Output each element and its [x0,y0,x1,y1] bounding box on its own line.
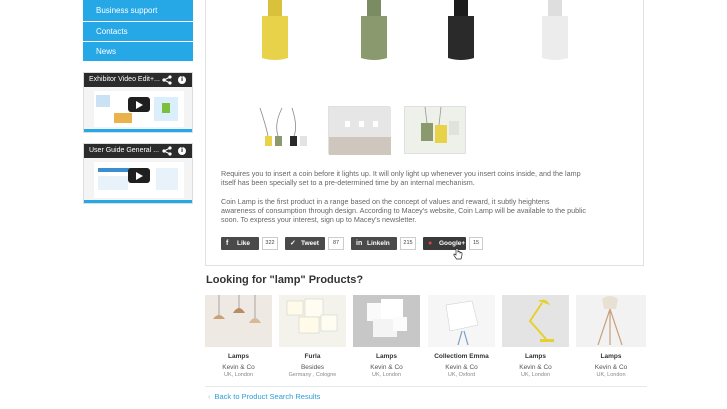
video-title: User Guide General ... [84,144,192,158]
play-button[interactable] [128,168,150,183]
product-location: UK, London [371,372,402,378]
share-label: Linkeln [367,240,390,247]
share-count: 15 [469,237,483,250]
product-company: Kevin & Co [519,364,552,371]
related-products-heading: Looking for "lamp" Products? [206,274,364,286]
related-product-card[interactable]: Collectiom Emma Kevin & Co UK, Oxford [428,295,495,378]
share-label: Like [237,240,251,247]
sidebar: Business support Contacts News [83,0,193,62]
lamp-yellow [262,0,288,60]
product-location: UK, Oxford [447,372,476,378]
product-title: Lamps [525,353,546,360]
chevron-left-icon: ‹ [208,392,211,401]
divider [205,386,647,387]
video-progress-bar [84,129,192,132]
sidebar-item-label: News [96,47,117,56]
share-label: Google+ [439,240,466,247]
product-main-image[interactable] [258,0,588,68]
related-product-card[interactable]: Lamps Kevin & Co UK, London [502,295,569,378]
product-description-paragraph: Requires you to insert a coin before it … [221,169,581,188]
video-progress-bar [84,200,192,203]
product-title: Furla [304,353,321,360]
product-image[interactable] [502,295,569,347]
lamp-white [542,0,568,60]
twitter-tweet-button[interactable]: ✓ Tweet [285,237,325,250]
related-product-card[interactable]: Furla Besides Germany , Cologne [279,295,346,378]
product-image[interactable] [353,295,420,347]
product-title: Lamps [376,353,397,360]
product-title: Collectiom Emma [434,353,489,360]
back-link-label: Back to Product Search Results [214,392,321,401]
product-thumbnail[interactable] [328,106,391,155]
product-location: UK, London [520,372,551,378]
product-company: Kevin & Co [445,364,478,371]
sidebar-item-contacts[interactable]: Contacts [83,22,193,42]
product-company: Kevin & Co [222,364,255,371]
sidebar-item-business-support[interactable]: Business support [83,0,193,22]
sidebar-item-label: Business support [96,6,158,15]
linkedin-icon: in [356,240,363,247]
sidebar-item-label: Contacts [96,27,128,36]
product-image[interactable] [576,295,646,347]
product-description-paragraph: Coin Lamp is the first product in a rang… [221,197,586,225]
facebook-like-button[interactable]: f Like [221,237,259,250]
share-count: 87 [328,237,344,250]
video-title: Exhibitor Video Edit+... [84,73,192,87]
product-location: UK, London [223,372,254,378]
lamp-green [361,0,387,60]
hand-cursor-icon [453,248,463,260]
info-icon[interactable]: i [178,147,186,155]
product-image[interactable] [279,295,346,347]
product-title: Lamps [600,353,622,360]
related-product-card[interactable]: Lamps Kevin & Co UK, London [576,295,646,378]
product-thumbnail[interactable] [252,106,314,154]
product-title: Lamps [228,353,249,360]
linkedin-share-button[interactable]: in Linkeln [351,237,397,250]
product-image[interactable] [205,295,272,347]
product-thumbnail[interactable] [404,106,466,154]
share-count: 215 [400,237,416,250]
share-count: 322 [262,237,278,250]
product-company: Kevin & Co [594,364,628,371]
sidebar-item-news[interactable]: News [83,42,193,62]
share-icon[interactable] [162,146,172,156]
google-plus-icon: ● [428,240,433,247]
related-product-card[interactable]: Lamps Kevin & Co UK, London [205,295,272,378]
info-icon[interactable]: i [178,76,186,84]
video-player-user-guide[interactable]: User Guide General ... i [83,143,193,204]
facebook-icon: f [226,240,229,247]
related-product-card[interactable]: Lamps Kevin & Co UK, London [353,295,420,378]
share-icon[interactable] [162,75,172,85]
back-to-results-link[interactable]: ‹ Back to Product Search Results [208,392,320,401]
product-location: UK, London [596,372,626,378]
product-image[interactable] [428,295,495,347]
product-company: Besides [300,364,325,371]
product-location: Germany , Cologne [288,372,337,378]
play-button[interactable] [128,97,150,112]
share-label: Tweet [301,240,319,247]
twitter-icon: ✓ [290,240,296,247]
video-player-exhibitor[interactable]: Exhibitor Video Edit+... i [83,72,193,133]
lamp-black [448,0,474,60]
product-company: Kevin & Co [370,364,403,371]
